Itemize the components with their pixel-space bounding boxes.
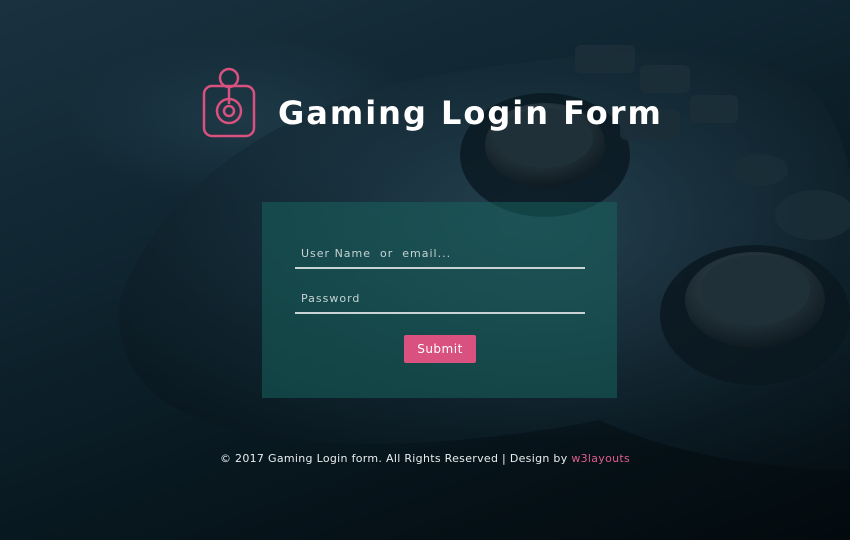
submit-button[interactable]: Submit <box>404 335 476 363</box>
copyright-text: © 2017 Gaming Login form. All Rights Res… <box>219 452 572 465</box>
header: Gaming Login Form <box>200 66 663 144</box>
password-input[interactable] <box>295 284 585 312</box>
username-field-wrapper <box>295 239 585 269</box>
login-form: Submit <box>262 202 617 398</box>
footer: © 2017 Gaming Login form. All Rights Res… <box>0 452 850 465</box>
designer-link[interactable]: w3layouts <box>571 452 630 465</box>
page-title: Gaming Login Form <box>278 94 663 132</box>
username-input[interactable] <box>295 239 585 267</box>
password-field-wrapper <box>295 284 585 314</box>
joystick-icon <box>200 66 258 144</box>
